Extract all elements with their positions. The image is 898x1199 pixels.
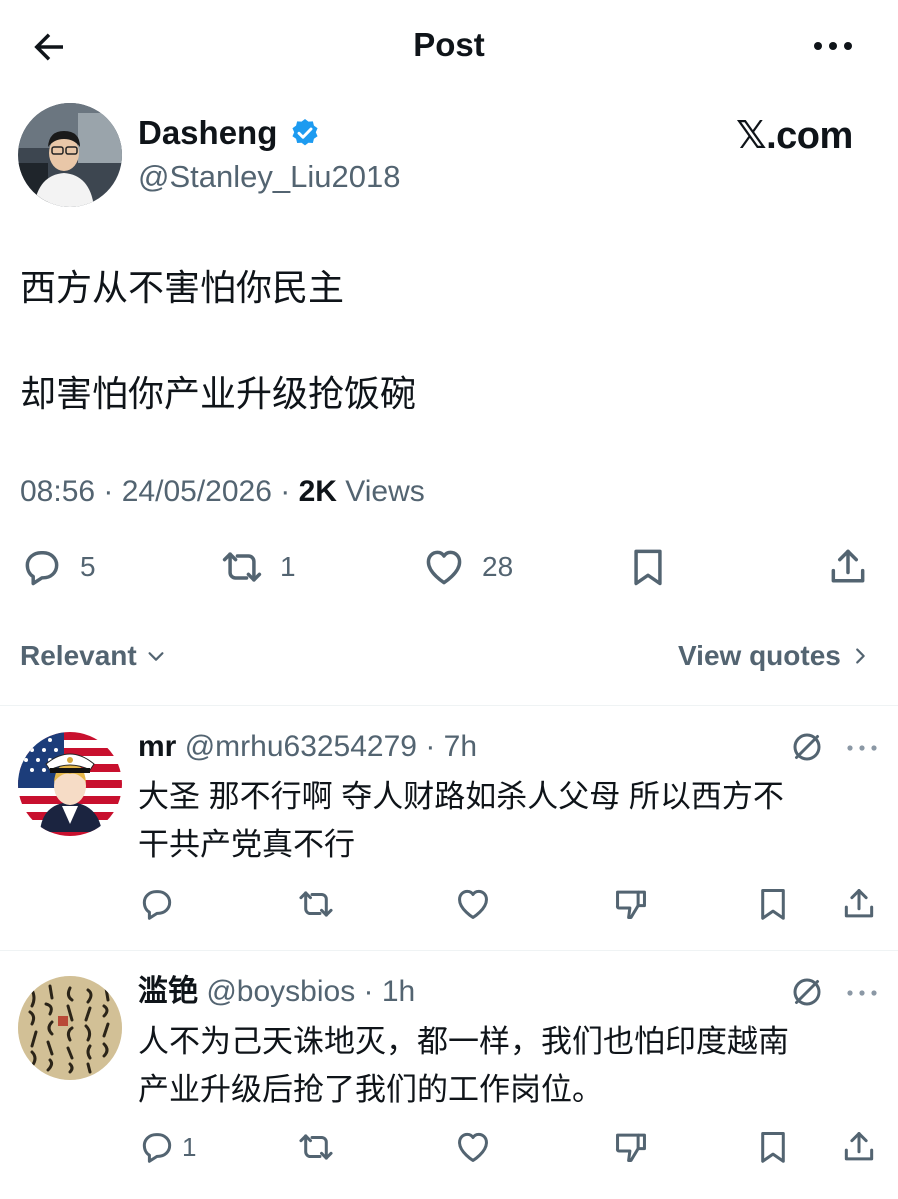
repost-icon	[297, 1128, 335, 1166]
x-com-brand: 𝕏.com	[736, 115, 853, 157]
page-title: Post	[413, 26, 485, 63]
bookmark-button[interactable]	[626, 545, 670, 589]
repost-count: 1	[280, 551, 296, 582]
reply-author-handle[interactable]: @mrhu63254279	[185, 730, 417, 763]
reply-share-button[interactable]	[840, 1128, 878, 1166]
reply-bookmark-button[interactable]	[754, 885, 792, 923]
reply-reply-button[interactable]	[138, 885, 176, 923]
reply-header: mr @mrhu63254279 · 7h	[138, 730, 478, 763]
view-quotes-link[interactable]: View quotes	[678, 636, 871, 676]
divider	[0, 950, 898, 951]
reply-avatar[interactable]	[18, 732, 122, 836]
author-handle[interactable]: @Stanley_Liu2018	[138, 156, 400, 198]
reply-count: 5	[80, 551, 96, 582]
post-meta: 08:56 · 24/05/2026 · 2K Views	[20, 470, 425, 514]
meta-separator: ·	[95, 475, 122, 508]
share-icon	[840, 1128, 878, 1166]
more-horizontal-icon[interactable]	[844, 738, 880, 758]
sort-dropdown[interactable]: Relevant	[20, 636, 167, 676]
more-horizontal-icon[interactable]	[812, 28, 854, 64]
author-avatar[interactable]	[18, 103, 122, 207]
grok-icon[interactable]	[789, 729, 825, 765]
share-icon	[826, 545, 870, 589]
reply-reply-count: 1	[182, 1131, 197, 1162]
reply-dislike-button[interactable]	[612, 885, 650, 923]
reply-author-handle[interactable]: @boysbios	[206, 975, 355, 1008]
reply-text-line-1: 人不为己天诛地灭，都一样，我们也怕印度越南	[138, 1024, 789, 1059]
chevron-right-icon	[849, 645, 871, 667]
share-button[interactable]	[826, 545, 870, 589]
post-time: 08:56	[20, 475, 96, 508]
heart-icon	[454, 1128, 492, 1166]
reply-text-line-1: 大圣 那不行啊 夺人财路如杀人父母 所以西方不	[138, 779, 784, 814]
reply-dislike-button[interactable]	[612, 1128, 650, 1166]
thumbs-down-icon	[612, 885, 650, 923]
bookmark-icon	[754, 1128, 792, 1166]
reply-like-button[interactable]	[454, 1128, 492, 1166]
sort-label: Relevant	[20, 640, 137, 671]
grok-icon[interactable]	[789, 974, 825, 1010]
post-date[interactable]: 24/05/2026	[122, 475, 272, 508]
reply-header: 滥铯 @boysbios · 1h	[138, 975, 416, 1008]
author-name[interactable]: Dasheng	[138, 110, 277, 156]
post-text-line-2: 却害怕你产业升级抢饭碗	[20, 373, 417, 414]
heart-icon	[454, 885, 492, 923]
views-count: 2K	[298, 475, 337, 508]
reply-bookmark-button[interactable]	[754, 1128, 792, 1166]
repost-button[interactable]: 1	[220, 545, 296, 589]
reply-time[interactable]: 7h	[444, 730, 477, 763]
views-label: Views	[336, 475, 425, 508]
repost-icon	[297, 885, 335, 923]
reply-repost-button[interactable]	[297, 885, 335, 923]
verified-badge-icon	[289, 117, 321, 149]
bookmark-icon	[626, 545, 670, 589]
reply-icon	[138, 885, 176, 923]
reply-avatar[interactable]	[18, 976, 122, 1080]
reply-icon	[138, 1128, 176, 1166]
reply-reply-button[interactable]: 1	[138, 1128, 196, 1166]
view-quotes-label: View quotes	[678, 640, 841, 671]
thumbs-down-icon	[612, 1128, 650, 1166]
like-count: 28	[482, 551, 514, 582]
share-icon	[840, 885, 878, 923]
reply-icon	[20, 545, 64, 589]
chevron-down-icon	[145, 645, 167, 667]
reply-button[interactable]: 5	[20, 545, 96, 589]
reply-author-name[interactable]: mr	[138, 730, 176, 763]
reply-share-button[interactable]	[840, 885, 878, 923]
divider	[0, 705, 898, 706]
heart-icon	[422, 545, 466, 589]
post-text-line-1: 西方从不害怕你民主	[20, 267, 345, 308]
reply-text-line-2: 干共产党真不行	[138, 827, 355, 862]
reply-author-name[interactable]: 滥铯	[138, 975, 198, 1008]
more-horizontal-icon[interactable]	[844, 983, 880, 1003]
reply-time[interactable]: 1h	[382, 975, 415, 1008]
repost-icon	[220, 545, 264, 589]
reply-like-button[interactable]	[454, 885, 492, 923]
meta-separator: ·	[271, 475, 299, 508]
reply-repost-button[interactable]	[297, 1128, 335, 1166]
like-button[interactable]: 28	[422, 545, 513, 589]
reply-text-line-2: 产业升级后抢了我们的工作岗位。	[138, 1072, 603, 1107]
bookmark-icon	[754, 885, 792, 923]
